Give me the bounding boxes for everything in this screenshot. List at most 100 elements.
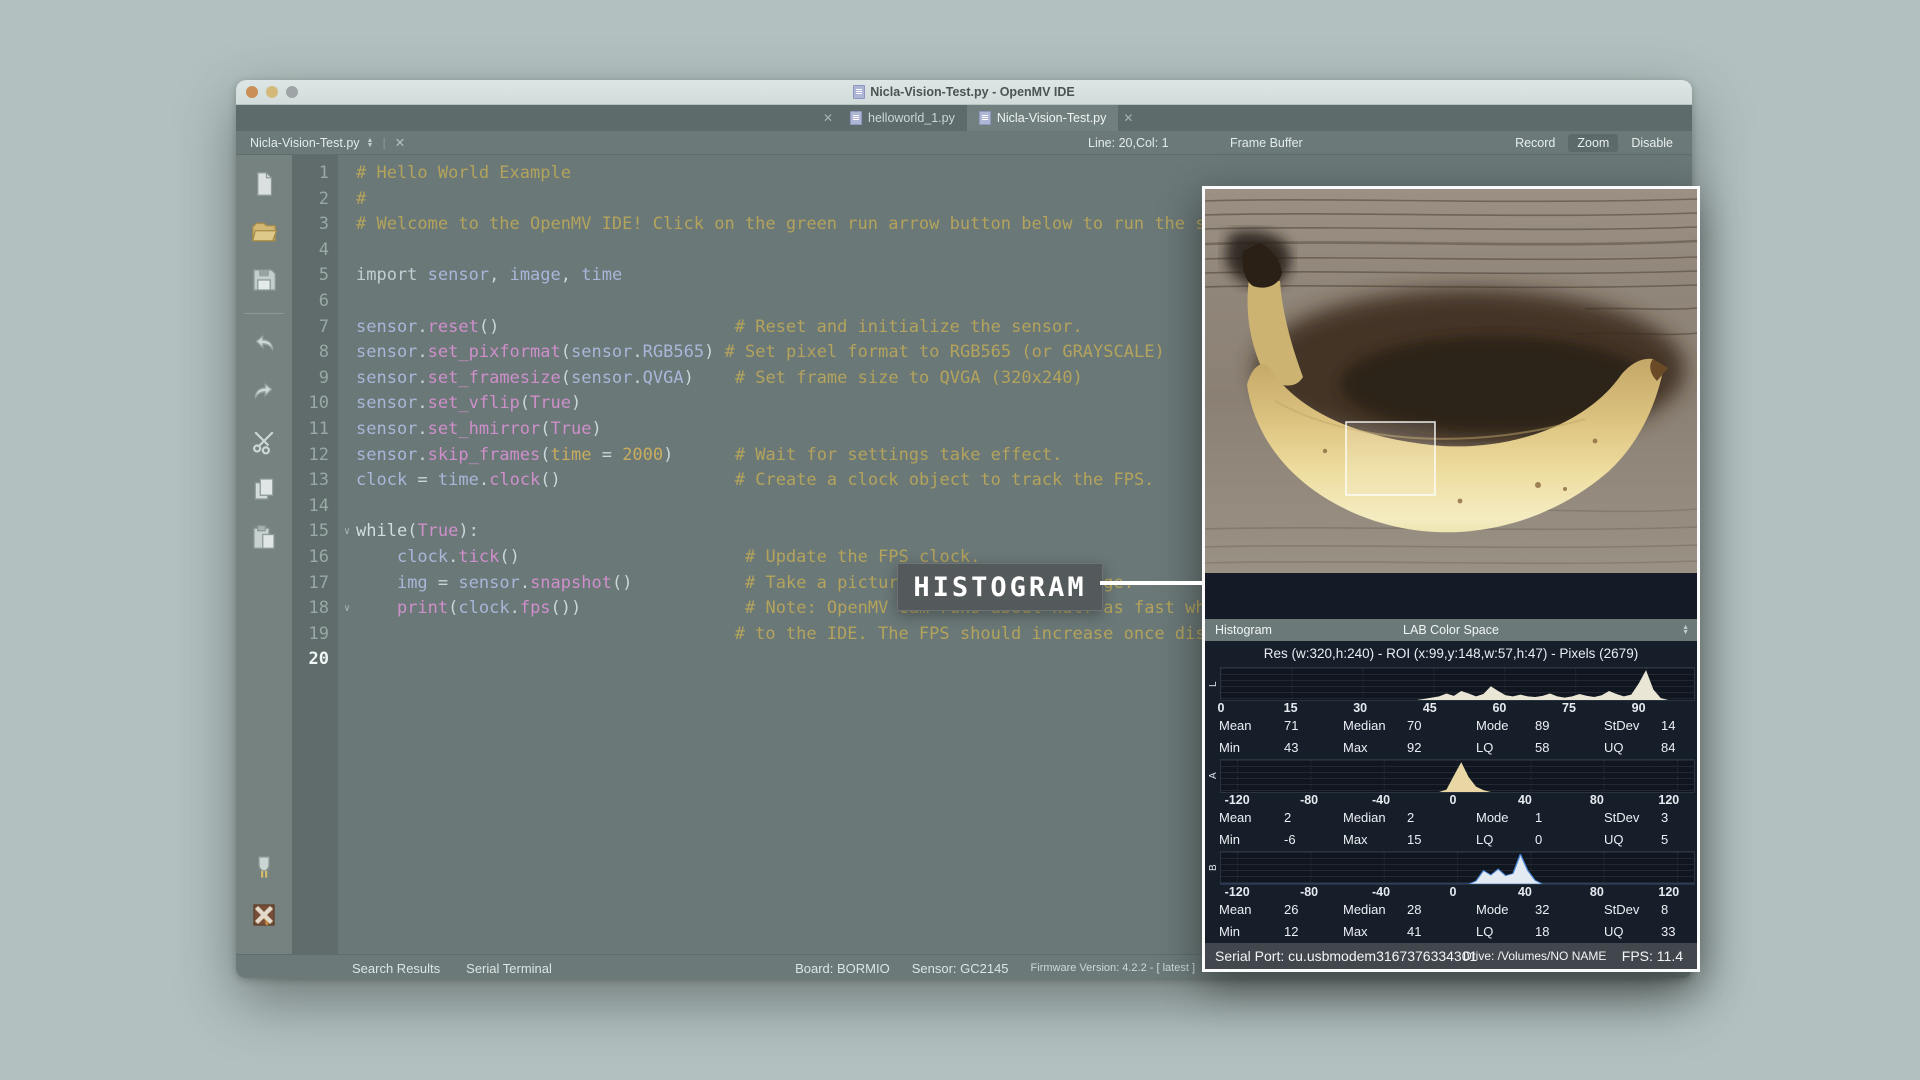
close-document-icon[interactable]: ✕ xyxy=(395,135,405,150)
colorspace-select[interactable]: LAB Color Space xyxy=(1205,623,1697,637)
stat-label: Max xyxy=(1343,921,1407,943)
stat-value: 32 xyxy=(1535,899,1604,921)
open-file-icon[interactable] xyxy=(247,215,281,249)
toolbar-sidebar xyxy=(236,155,292,954)
record-button[interactable]: Record xyxy=(1506,134,1564,152)
line-number: 2 xyxy=(292,187,338,213)
histogram-plot xyxy=(1220,759,1695,793)
line-number: 10 xyxy=(292,391,338,417)
fold-gutter xyxy=(338,340,356,366)
fold-chevron-icon[interactable]: ∨ xyxy=(338,519,356,545)
stat-label: Mode xyxy=(1476,807,1535,829)
line-col-indicator: Line: 20,Col: 1 xyxy=(1088,131,1169,154)
board-indicator: Board: BORMIO xyxy=(795,961,890,976)
stat-label: Mean xyxy=(1219,715,1284,737)
line-number: 7 xyxy=(292,315,338,341)
search-results-button[interactable]: Search Results xyxy=(352,961,440,976)
stat-label: StDev xyxy=(1604,899,1661,921)
fold-gutter xyxy=(338,366,356,392)
code-text: # Welcome to the OpenMV IDE! Click on th… xyxy=(356,212,1267,238)
document-selector[interactable]: Nicla-Vision-Test.py ▲▼ | ✕ xyxy=(236,135,405,150)
fold-gutter xyxy=(338,494,356,520)
cut-icon[interactable] xyxy=(247,424,281,458)
fold-gutter xyxy=(338,263,356,289)
document-selector-label: Nicla-Vision-Test.py xyxy=(250,136,360,150)
channel-label: B xyxy=(1207,851,1220,885)
histogram-axis: -120-80-4004080120 xyxy=(1221,886,1685,899)
close-tab-icon[interactable]: ✕ xyxy=(1118,111,1138,125)
code-text: sensor.set_pixformat(sensor.RGB565) # Se… xyxy=(356,340,1165,366)
line-number: 16 xyxy=(292,545,338,571)
stat-value: 15 xyxy=(1407,829,1476,851)
histogram-drag-overlay[interactable]: HISTOGRAM xyxy=(897,563,1103,611)
frame-buffer-label: Frame Buffer xyxy=(1230,131,1303,154)
undo-icon[interactable] xyxy=(247,328,281,362)
stat-value: 58 xyxy=(1535,737,1604,759)
stat-value: 43 xyxy=(1284,737,1343,759)
serial-terminal-button[interactable]: Serial Terminal xyxy=(466,961,552,976)
fps-label: FPS: 11.4 xyxy=(1622,948,1683,964)
drive-label: Drive: /Volumes/NO NAME xyxy=(1463,949,1606,963)
stat-value: 92 xyxy=(1407,737,1476,759)
histogram-plot xyxy=(1220,667,1695,701)
zoom-button[interactable]: Zoom xyxy=(1568,134,1618,152)
close-tab-icon[interactable]: ✕ xyxy=(818,111,838,125)
code-text: # Hello World Example xyxy=(356,161,571,187)
line-number: 18 xyxy=(292,596,338,622)
separator: | xyxy=(380,136,387,150)
stat-value: 5 xyxy=(1661,829,1695,851)
stat-label: UQ xyxy=(1604,921,1661,943)
code-text: sensor.skip_frames(time = 2000) # Wait f… xyxy=(356,443,1062,469)
stat-value: 8 xyxy=(1661,899,1695,921)
stat-value: 18 xyxy=(1535,921,1604,943)
connect-icon[interactable] xyxy=(247,850,281,884)
stat-label: Median xyxy=(1343,899,1407,921)
stat-label: UQ xyxy=(1604,829,1661,851)
resolution-roi-info: Res (w:320,h:240) - ROI (x:99,y:148,w:57… xyxy=(1205,641,1697,665)
line-number: 15 xyxy=(292,519,338,545)
fold-gutter xyxy=(338,187,356,213)
line-number: 5 xyxy=(292,263,338,289)
tab-helloworld[interactable]: helloworld_1.py xyxy=(838,105,967,131)
stat-value: 14 xyxy=(1661,715,1695,737)
colorspace-spinner-icon[interactable]: ▲▼ xyxy=(1682,625,1689,635)
stat-label: Median xyxy=(1343,807,1407,829)
fold-gutter xyxy=(338,391,356,417)
tab-nicla-vision-test[interactable]: Nicla-Vision-Test.py xyxy=(967,105,1119,131)
new-file-icon[interactable] xyxy=(247,167,281,201)
stat-label: Mean xyxy=(1219,807,1284,829)
histogram-channels: L0153045607590Mean71Median70Mode89StDev1… xyxy=(1205,665,1697,943)
stat-value: 12 xyxy=(1284,921,1343,943)
code-text: print(clock.fps()) # Note: OpenMV Cam ru… xyxy=(356,596,1328,622)
fold-gutter xyxy=(338,417,356,443)
paste-icon[interactable] xyxy=(247,520,281,554)
fold-gutter xyxy=(338,571,356,597)
stat-label: Min xyxy=(1219,737,1284,759)
stat-label: Min xyxy=(1219,829,1284,851)
tab-label: Nicla-Vision-Test.py xyxy=(997,111,1107,125)
stat-value: 33 xyxy=(1661,921,1695,943)
save-file-icon[interactable] xyxy=(247,263,281,297)
spinner-icon[interactable]: ▲▼ xyxy=(367,138,374,148)
disconnect-icon[interactable] xyxy=(247,898,281,932)
code-line[interactable]: 1# Hello World Example xyxy=(292,161,1692,187)
stat-label: StDev xyxy=(1604,807,1661,829)
stat-value: -6 xyxy=(1284,829,1343,851)
copy-icon[interactable] xyxy=(247,472,281,506)
fold-gutter xyxy=(338,647,356,673)
sidebar-bottom-group xyxy=(236,850,292,946)
document-icon xyxy=(853,85,865,99)
line-number: 17 xyxy=(292,571,338,597)
stat-label: LQ xyxy=(1476,921,1535,943)
roi-rectangle[interactable] xyxy=(1346,422,1435,495)
python-file-icon xyxy=(850,111,862,125)
histogram-header: Histogram LAB Color Space ▲▼ xyxy=(1205,619,1697,641)
fold-chevron-icon[interactable]: ∨ xyxy=(338,596,356,622)
stat-value: 3 xyxy=(1661,807,1695,829)
line-number: 3 xyxy=(292,212,338,238)
redo-icon[interactable] xyxy=(247,376,281,410)
frame-buffer-image[interactable] xyxy=(1205,189,1697,573)
disable-button[interactable]: Disable xyxy=(1622,134,1682,152)
stat-label: Mode xyxy=(1476,715,1535,737)
line-number: 20 xyxy=(292,647,338,673)
